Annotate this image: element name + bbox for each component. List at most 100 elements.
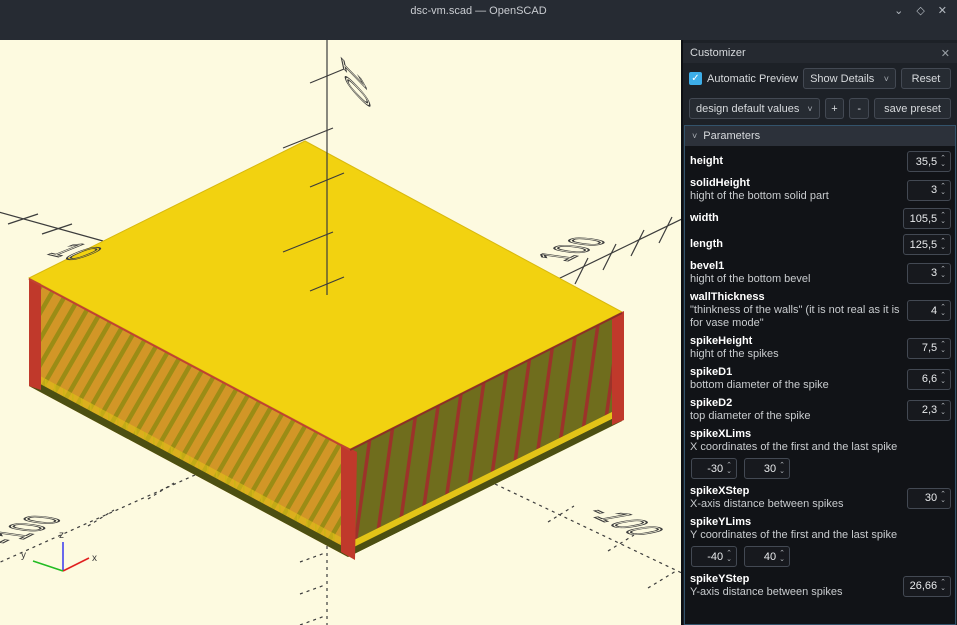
spin-down-icon[interactable]: ⌄ [940, 498, 946, 504]
spin-down-icon[interactable]: ⌄ [940, 273, 946, 279]
param-row-wallThickness: wallThickness "thinkness of the walls" (… [688, 288, 952, 332]
spikeHeight-spinbox[interactable]: 7,5 ⌃⌄ [907, 338, 951, 359]
save-preset-button[interactable]: save preset [874, 98, 951, 119]
param-row-spikeYLims: spikeYLims Y coordinates of the first an… [688, 513, 952, 570]
preset-dropdown[interactable]: design default values ˅ [689, 98, 820, 119]
neg-z-axis [300, 546, 327, 625]
window-title: dsc-vm.scad — OpenSCAD [0, 4, 957, 18]
details-dropdown[interactable]: Show Details ˅ [803, 68, 896, 89]
minimize-icon[interactable]: ⌄ [894, 5, 903, 18]
param-name: spikeD2 [690, 397, 901, 410]
spin-down-icon[interactable]: ⌄ [779, 557, 785, 563]
spin-down-icon[interactable]: ⌄ [940, 379, 946, 385]
param-name: spikeYStep [690, 573, 897, 586]
spin-value: 2,3 [914, 404, 940, 416]
spin-value: 26,66 [910, 580, 941, 592]
spin-down-icon[interactable]: ⌄ [726, 557, 732, 563]
details-dropdown-value: Show Details [810, 73, 874, 85]
param-row-spikeYStep: spikeYStep Y-axis distance between spike… [688, 570, 952, 601]
spikeD1-spinbox[interactable]: 6,6 ⌃⌄ [907, 369, 951, 390]
automatic-preview-checkbox[interactable]: ✓ [689, 72, 702, 85]
parameters-list: height 35,5 ⌃⌄ solidHeight hight of the … [685, 146, 955, 624]
remove-preset-label: - [857, 103, 861, 115]
reset-button-label: Reset [912, 73, 941, 85]
spin-down-icon[interactable]: ⌄ [940, 190, 946, 196]
preset-dropdown-value: design default values [696, 103, 799, 115]
spin-down-icon[interactable]: ⌄ [940, 311, 946, 317]
height-spinbox[interactable]: 35,5 ⌃⌄ [907, 151, 951, 172]
param-name: spikeXStep [690, 485, 901, 498]
param-name: height [690, 155, 901, 168]
gizmo-z-label: z [59, 530, 64, 541]
reset-button[interactable]: Reset [901, 68, 951, 89]
length-spinbox[interactable]: 125,5 ⌃⌄ [903, 234, 951, 255]
spikeD2-spinbox[interactable]: 2,3 ⌃⌄ [907, 400, 951, 421]
param-name: wallThickness [690, 291, 901, 304]
spin-value: 30 [751, 463, 779, 475]
wallThickness-spinbox[interactable]: 4 ⌃⌄ [907, 300, 951, 321]
parameters-group: ˅ Parameters height 35,5 ⌃⌄ solidHeight … [684, 125, 956, 625]
param-description: hight of the bottom bevel [690, 273, 901, 286]
customizer-panel: Customizer ✕ ✓ Automatic Preview Show De… [683, 40, 957, 625]
spin-down-icon[interactable]: ⌄ [940, 586, 946, 592]
param-description: hight of the spikes [690, 348, 901, 361]
chevron-down-icon: ˅ [692, 131, 697, 141]
maximize-icon[interactable]: ◇ [916, 5, 924, 18]
spin-down-icon[interactable]: ⌄ [940, 219, 946, 225]
spin-down-icon[interactable]: ⌄ [940, 245, 946, 251]
spin-down-icon[interactable]: ⌄ [940, 348, 946, 354]
3d-viewport[interactable]: 10 10 100 -100 -100 z x y [0, 40, 681, 625]
window-controls: ⌄ ◇ ✕ [894, 5, 947, 18]
param-name: spikeXLims [690, 428, 951, 441]
spin-down-icon[interactable]: ⌄ [940, 410, 946, 416]
spikeYLims-min-spinbox[interactable]: -40 ⌃⌄ [691, 546, 737, 567]
chevron-down-icon: ˅ [876, 74, 889, 84]
param-row-spikeHeight: spikeHeight hight of the spikes 7,5 ⌃⌄ [688, 332, 952, 363]
spikeXStep-spinbox[interactable]: 30 ⌃⌄ [907, 488, 951, 509]
automatic-preview-label: Automatic Preview [707, 73, 798, 85]
spin-value: 35,5 [914, 156, 940, 168]
remove-preset-button[interactable]: - [849, 98, 869, 119]
param-name: spikeYLims [690, 516, 951, 529]
spin-value: 105,5 [910, 213, 941, 225]
close-icon[interactable]: ✕ [938, 5, 947, 18]
param-row-bevel1: bevel1 hight of the bottom bevel 3 ⌃⌄ [688, 257, 952, 288]
right-axis-label: 100 [526, 234, 620, 263]
parameters-header-label: Parameters [703, 130, 760, 142]
parameters-header[interactable]: ˅ Parameters [685, 126, 955, 146]
param-row-width: width 105,5 ⌃⌄ [688, 205, 952, 231]
spin-down-icon[interactable]: ⌄ [726, 469, 732, 475]
solidHeight-spinbox[interactable]: 3 ⌃⌄ [907, 180, 951, 201]
spin-value: -40 [698, 551, 726, 563]
left-axis [0, 211, 103, 241]
chevron-down-icon: ˅ [799, 104, 812, 114]
customizer-title: Customizer [690, 47, 746, 59]
width-spinbox[interactable]: 105,5 ⌃⌄ [903, 208, 951, 229]
param-name: width [690, 212, 897, 225]
customizer-header: Customizer ✕ [683, 43, 957, 63]
spin-down-icon[interactable]: ⌄ [940, 162, 946, 168]
param-description: X coordinates of the first and the last … [690, 441, 951, 454]
spikeXLims-min-spinbox[interactable]: -30 ⌃⌄ [691, 458, 737, 479]
param-name: solidHeight [690, 177, 901, 190]
add-preset-button[interactable]: + [825, 98, 845, 119]
param-row-spikeD2: spikeD2 top diameter of the spike 2,3 ⌃⌄ [688, 394, 952, 425]
spin-value: 30 [914, 492, 940, 504]
spikeYStep-spinbox[interactable]: 26,66 ⌃⌄ [903, 576, 951, 597]
gizmo-y-label: y [21, 550, 26, 561]
param-row-solidHeight: solidHeight hight of the bottom solid pa… [688, 174, 952, 205]
spin-down-icon[interactable]: ⌄ [779, 469, 785, 475]
spin-value: 40 [751, 551, 779, 563]
customizer-toolbar-2: design default values ˅ + - save preset [683, 93, 957, 123]
param-description: "thinkness of the walls" (it is not real… [690, 304, 901, 330]
customizer-close-icon[interactable]: ✕ [941, 47, 950, 60]
bevel1-spinbox[interactable]: 3 ⌃⌄ [907, 263, 951, 284]
gizmo-x-label: x [92, 553, 97, 564]
param-row-length: length 125,5 ⌃⌄ [688, 231, 952, 257]
3d-scene: 10 10 100 -100 -100 z x y [0, 40, 681, 625]
param-name: bevel1 [690, 260, 901, 273]
spin-value: 7,5 [914, 342, 940, 354]
param-row-spikeXLims: spikeXLims X coordinates of the first an… [688, 425, 952, 482]
spikeYLims-max-spinbox[interactable]: 40 ⌃⌄ [744, 546, 790, 567]
spikeXLims-max-spinbox[interactable]: 30 ⌃⌄ [744, 458, 790, 479]
